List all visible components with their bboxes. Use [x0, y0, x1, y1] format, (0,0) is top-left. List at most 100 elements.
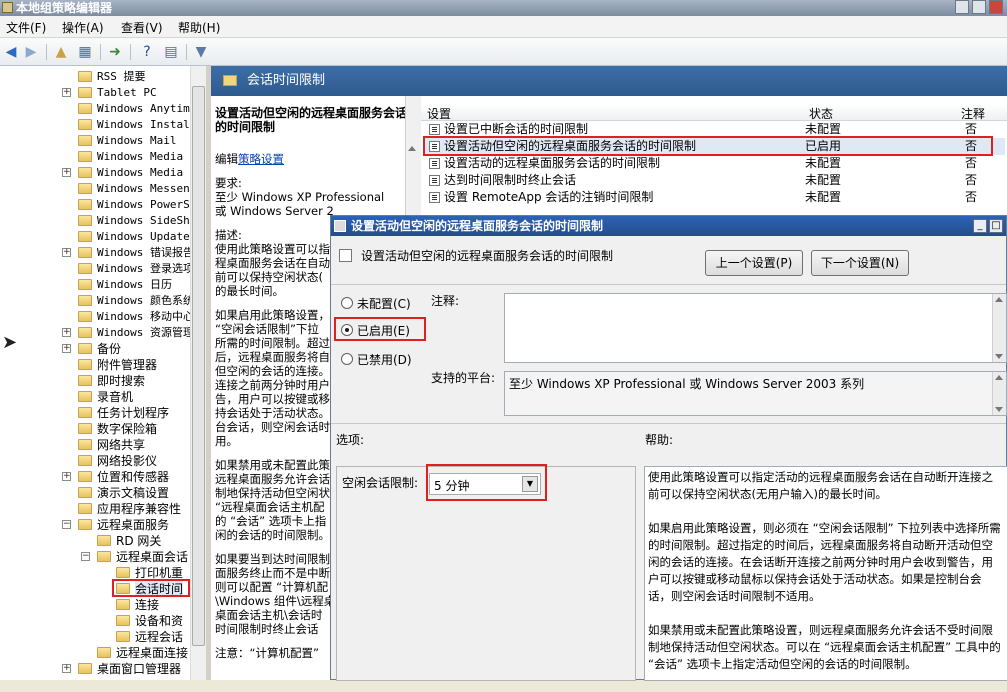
menu-action[interactable]: 操作(A): [62, 19, 104, 36]
col-setting[interactable]: 设置: [427, 105, 451, 122]
tree-item[interactable]: + 位置和传感器: [62, 469, 190, 485]
collapse-icon[interactable]: −: [81, 552, 90, 561]
tree-item[interactable]: 任务计划程序: [62, 405, 190, 421]
help-icon[interactable]: ?: [138, 43, 156, 61]
export-list-icon[interactable]: ➜: [106, 43, 124, 61]
tree-item[interactable]: Windows Messeng: [62, 181, 190, 197]
filter-icon[interactable]: ▼: [192, 43, 210, 61]
tree-item-label: 即时搜索: [97, 374, 146, 388]
close-button[interactable]: [989, 0, 1003, 14]
expand-icon[interactable]: +: [62, 328, 71, 337]
tree-item[interactable]: 数字保险箱: [62, 421, 190, 437]
tree-item[interactable]: + Windows 错误报告: [62, 245, 190, 261]
tree-item-label: Windows 资源管理: [97, 326, 190, 339]
tree-scrollbar[interactable]: [190, 66, 206, 680]
show-tree-icon[interactable]: ▦: [76, 43, 94, 61]
dialog-minimize-icon[interactable]: _: [973, 219, 987, 233]
tree-item[interactable]: 网络共享: [62, 437, 190, 453]
tree-item[interactable]: 连接: [62, 597, 190, 613]
idle-limit-label: 空闲会话限制:: [342, 476, 419, 490]
tree-item[interactable]: Windows 日历: [62, 277, 190, 293]
tree-item[interactable]: Windows Media C: [62, 149, 190, 165]
tree-item-label: 远程桌面服务: [97, 518, 170, 532]
menu-bar: 文件(F) 操作(A) 查看(V) 帮助(H): [0, 16, 1007, 38]
settings-row[interactable]: 设置活动的远程桌面服务会话的时间限制 未配置 否: [425, 155, 1005, 172]
tree-item[interactable]: 录音机: [62, 389, 190, 405]
tree-item[interactable]: Windows 移动中心: [62, 309, 190, 325]
tree-item[interactable]: Windows Mail: [62, 133, 190, 149]
tree-item[interactable]: + 桌面窗口管理器: [62, 661, 190, 677]
tree-item[interactable]: + Windows Media P: [62, 165, 190, 181]
tree-item-label: Windows Mail: [97, 134, 177, 147]
menu-file[interactable]: 文件(F): [6, 19, 46, 36]
tree-item[interactable]: 即时搜索: [62, 373, 190, 389]
tree-item[interactable]: + Tablet PC: [62, 85, 190, 101]
dialog-maximize-icon[interactable]: □: [989, 219, 1003, 233]
back-icon[interactable]: ◀: [2, 43, 20, 61]
radio-disabled[interactable]: [341, 353, 353, 365]
folder-icon: [78, 87, 92, 98]
edit-policy-link[interactable]: 策略设置: [238, 152, 284, 166]
dialog-titlebar: 设置活动但空闲的远程桌面服务会话的时间限制 _ □: [331, 216, 1006, 236]
tree-item[interactable]: 应用程序兼容性: [62, 501, 190, 517]
tree-item-label: Windows Update: [97, 230, 190, 243]
tree-item[interactable]: 远程会话: [62, 629, 190, 645]
menu-help[interactable]: 帮助(H): [178, 19, 220, 36]
tree-item[interactable]: + 备份: [62, 341, 190, 357]
forward-icon[interactable]: ▶: [22, 43, 40, 61]
help-paragraph-1: 使用此策略设置可以指定活动的远程桌面服务会话在自动断开连接之前可以保持空闲状态(…: [648, 470, 993, 501]
radio-not-configured[interactable]: [341, 297, 353, 309]
col-comment[interactable]: 注释: [961, 105, 985, 122]
tree-item[interactable]: + Windows 资源管理: [62, 325, 190, 341]
tree-item[interactable]: 演示文稿设置: [62, 485, 190, 501]
folder-icon: [78, 439, 92, 450]
collapse-icon[interactable]: −: [62, 520, 71, 529]
settings-row[interactable]: 设置 RemoteApp 会话的注销时间限制 未配置 否: [425, 189, 1005, 206]
tree-item[interactable]: Windows PowerSh: [62, 197, 190, 213]
highlight-idle-limit: [426, 464, 547, 501]
folder-icon: [78, 359, 92, 370]
tree-item[interactable]: − 远程桌面会话: [62, 549, 190, 565]
tree-item[interactable]: RSS 提要: [62, 69, 190, 85]
expand-icon[interactable]: +: [62, 248, 71, 257]
tree-item[interactable]: Windows Install: [62, 117, 190, 133]
tree-item[interactable]: Windows 颜色系统: [62, 293, 190, 309]
expand-icon[interactable]: +: [62, 664, 71, 673]
tree-item[interactable]: 设备和资: [62, 613, 190, 629]
tree-item[interactable]: 远程桌面连接: [62, 645, 190, 661]
tree-item[interactable]: Windows 登录选项: [62, 261, 190, 277]
tree-item[interactable]: Windows Update: [62, 229, 190, 245]
maximize-button[interactable]: [972, 0, 986, 14]
setting-name-cell: 设置 RemoteApp 会话的注销时间限制: [444, 190, 654, 204]
minimize-button[interactable]: [955, 0, 969, 14]
expand-icon[interactable]: +: [62, 344, 71, 353]
highlight-selected-row: [423, 136, 993, 156]
next-setting-button[interactable]: 下一个设置(N): [811, 250, 909, 276]
folder-icon: [78, 279, 92, 290]
col-state[interactable]: 状态: [809, 105, 833, 122]
tree-item-label: Windows Messeng: [97, 182, 190, 195]
tree-item-label: 位置和传感器: [97, 470, 170, 484]
expand-icon[interactable]: +: [62, 88, 71, 97]
folder-icon: [97, 647, 111, 658]
highlight-enabled: [334, 317, 426, 341]
tree-item[interactable]: − 远程桌面服务: [62, 517, 190, 533]
up-folder-icon[interactable]: ▲: [52, 43, 70, 61]
expand-icon[interactable]: +: [62, 472, 71, 481]
tree-item[interactable]: 附件管理器: [62, 357, 190, 373]
tree-item-label: 远程会话: [135, 630, 184, 644]
expand-icon[interactable]: +: [62, 168, 71, 177]
folder-icon: [78, 103, 92, 114]
prev-setting-button[interactable]: 上一个设置(P): [705, 250, 803, 276]
tree-item[interactable]: Windows SideSho: [62, 213, 190, 229]
comment-textarea[interactable]: [504, 293, 1007, 363]
tree-item[interactable]: Windows Anytime: [62, 101, 190, 117]
folder-icon: [78, 343, 92, 354]
tree-item[interactable]: 网络投影仪: [62, 453, 190, 469]
tree-item[interactable]: RD 网关: [62, 533, 190, 549]
desc-requirements: 要求: 至少 Windows XP Professional 或 Windows…: [215, 176, 385, 218]
tree-item-label: 网络投影仪: [97, 454, 158, 468]
properties-icon[interactable]: ▤: [162, 43, 180, 61]
settings-row[interactable]: 达到时间限制时终止会话 未配置 否: [425, 172, 1005, 189]
menu-view[interactable]: 查看(V): [121, 19, 163, 36]
